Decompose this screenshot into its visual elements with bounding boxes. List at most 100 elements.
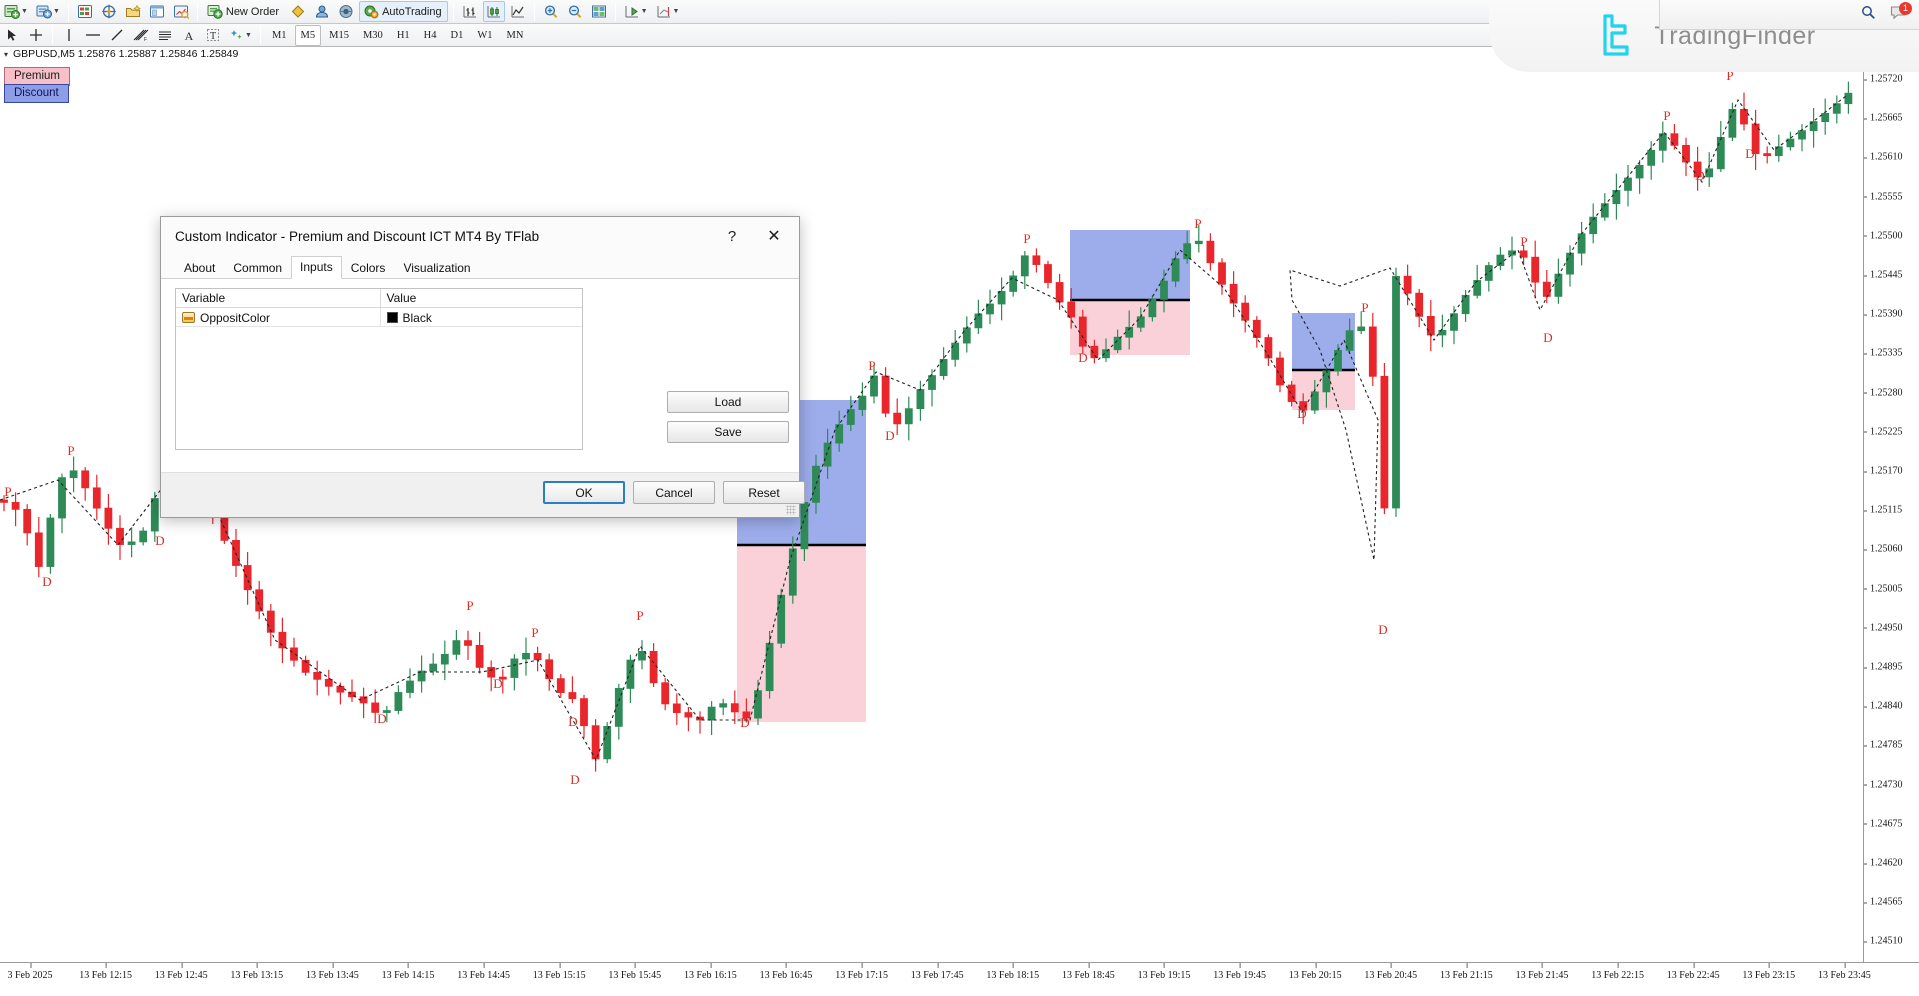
price-tick: 1.25280 xyxy=(1864,387,1919,398)
time-tick: 13 Feb 13:45 xyxy=(306,970,359,981)
save-button[interactable]: Save xyxy=(667,421,789,443)
svg-text:A: A xyxy=(185,29,194,42)
ok-button[interactable]: OK xyxy=(543,481,625,504)
swing-label-p: P xyxy=(67,443,74,458)
crosshair-icon[interactable] xyxy=(25,25,47,46)
horizontal-line-icon[interactable] xyxy=(82,25,104,46)
cursor-icon[interactable] xyxy=(1,25,23,46)
new-order-button[interactable]: New Order xyxy=(203,1,285,22)
mailbox-icon[interactable] xyxy=(311,1,333,22)
line-chart-icon[interactable] xyxy=(507,1,529,22)
price-tick: 1.25225 xyxy=(1864,426,1919,437)
time-tick: 13 Feb 17:45 xyxy=(911,970,964,981)
data-window-icon[interactable] xyxy=(98,1,120,22)
tab-about[interactable]: About xyxy=(175,257,224,279)
timeframe-h1[interactable]: H1 xyxy=(391,25,416,46)
chevron-down-icon[interactable]: ▼ xyxy=(21,8,28,15)
zoom-in-icon[interactable] xyxy=(540,1,562,22)
news-icon[interactable] xyxy=(335,1,357,22)
bar-chart-icon[interactable] xyxy=(459,1,481,22)
search-icon[interactable] xyxy=(1861,5,1876,25)
price-tick: 1.25005 xyxy=(1864,583,1919,594)
toolbar-separator xyxy=(615,3,616,21)
timeframe-m15[interactable]: M15 xyxy=(323,25,355,46)
price-tick: 1.25170 xyxy=(1864,466,1919,477)
tab-colors[interactable]: Colors xyxy=(342,257,395,279)
text-icon[interactable]: A xyxy=(178,25,200,46)
help-button[interactable]: ? xyxy=(711,221,753,251)
chevron-down-icon[interactable]: ▼ xyxy=(641,8,648,15)
chart-shift-icon[interactable]: ▼ xyxy=(653,1,683,22)
price-tick: 1.25335 xyxy=(1864,348,1919,359)
timeframe-m5[interactable]: M5 xyxy=(295,25,322,46)
text-label-icon[interactable]: T xyxy=(202,25,224,46)
color-swatch xyxy=(387,312,398,323)
tab-visualization[interactable]: Visualization xyxy=(394,257,479,279)
timeframe-m30[interactable]: M30 xyxy=(357,25,389,46)
candlestick-chart-icon[interactable] xyxy=(483,1,505,22)
price-tick: 1.25060 xyxy=(1864,544,1919,555)
inputs-grid[interactable]: Variable Value OppositColorBlack xyxy=(175,288,583,450)
cancel-button[interactable]: Cancel xyxy=(633,481,715,504)
dialog-body: Variable Value OppositColorBlack Load Sa… xyxy=(161,279,799,479)
swing-label-p: P xyxy=(1023,231,1030,246)
timeframe-mn[interactable]: MN xyxy=(501,25,530,46)
equidistant-channel-icon[interactable] xyxy=(154,25,176,46)
price-axis[interactable]: 1.257201.256651.256101.255551.255001.254… xyxy=(1863,60,1919,962)
cell-value[interactable]: Black xyxy=(381,308,583,327)
chevron-down-icon[interactable]: ▼ xyxy=(53,8,60,15)
chevron-down-icon[interactable]: ▼ xyxy=(245,32,252,39)
time-axis[interactable]: 3 Feb 202513 Feb 12:1513 Feb 12:4513 Feb… xyxy=(0,962,1919,996)
swing-label-d: D xyxy=(1078,350,1087,365)
price-tick: 1.25500 xyxy=(1864,230,1919,241)
value-label: Black xyxy=(403,311,432,325)
cell-variable: OppositColor xyxy=(176,308,381,327)
fibonacci-icon[interactable]: F xyxy=(130,25,152,46)
time-tick: 13 Feb 17:15 xyxy=(835,970,888,981)
autotrading-button[interactable]: AutoTrading xyxy=(359,1,448,22)
resize-grip[interactable] xyxy=(786,505,796,515)
price-tick: 1.25445 xyxy=(1864,270,1919,281)
load-button[interactable]: Load xyxy=(667,391,789,413)
timeframe-w1[interactable]: W1 xyxy=(471,25,498,46)
swing-label-d: D xyxy=(42,574,51,589)
dialog-titlebar[interactable]: Custom Indicator - Premium and Discount … xyxy=(161,217,799,255)
reset-button[interactable]: Reset xyxy=(723,481,805,504)
market-watch-icon[interactable] xyxy=(74,1,96,22)
shapes-icon[interactable]: ▼ xyxy=(226,25,255,46)
navigator-icon[interactable] xyxy=(122,1,144,22)
profiles-icon[interactable]: ▼ xyxy=(33,1,63,22)
terminal-icon[interactable] xyxy=(146,1,168,22)
collapse-triangle-icon[interactable]: ▾ xyxy=(4,50,8,59)
timeframe-d1[interactable]: D1 xyxy=(445,25,470,46)
strategy-tester-icon[interactable] xyxy=(170,1,192,22)
swing-label-d: D xyxy=(377,711,386,726)
chevron-down-icon[interactable]: ▼ xyxy=(673,8,680,15)
indicator-properties-dialog[interactable]: Custom Indicator - Premium and Discount … xyxy=(160,216,800,518)
table-row[interactable]: OppositColor Black xyxy=(176,308,582,327)
tile-windows-icon[interactable] xyxy=(588,1,610,22)
tab-inputs[interactable]: Inputs xyxy=(291,256,342,279)
timeframe-m1[interactable]: M1 xyxy=(266,25,293,46)
notification-icon[interactable]: 1 xyxy=(1890,5,1907,25)
toolbar-separator xyxy=(534,3,535,21)
new-chart-icon[interactable]: ▼ xyxy=(1,1,31,22)
time-tick: 13 Feb 12:45 xyxy=(155,970,208,981)
alerts-icon[interactable] xyxy=(287,1,309,22)
price-tick: 1.24785 xyxy=(1864,740,1919,751)
tab-common[interactable]: Common xyxy=(224,257,291,279)
symbol-info: ▾ GBPUSD,M5 1.25876 1.25887 1.25846 1.25… xyxy=(4,48,238,60)
time-tick: 13 Feb 23:15 xyxy=(1742,970,1795,981)
close-icon[interactable]: ✕ xyxy=(753,221,795,251)
trendline-icon[interactable] xyxy=(106,25,128,46)
swing-label-p: P xyxy=(1194,216,1201,231)
vertical-line-icon[interactable] xyxy=(58,25,80,46)
dialog-footer: OK Cancel Reset xyxy=(161,472,799,517)
timeframe-h4[interactable]: H4 xyxy=(418,25,443,46)
zoom-out-icon[interactable] xyxy=(564,1,586,22)
price-tick: 1.24565 xyxy=(1864,897,1919,908)
auto-scroll-icon[interactable]: ▼ xyxy=(621,1,651,22)
timeframe-group: M1M5M15M30H1H4D1W1MN xyxy=(265,25,531,46)
swing-label-p: P xyxy=(531,625,538,640)
swing-label-d: D xyxy=(1695,168,1704,183)
